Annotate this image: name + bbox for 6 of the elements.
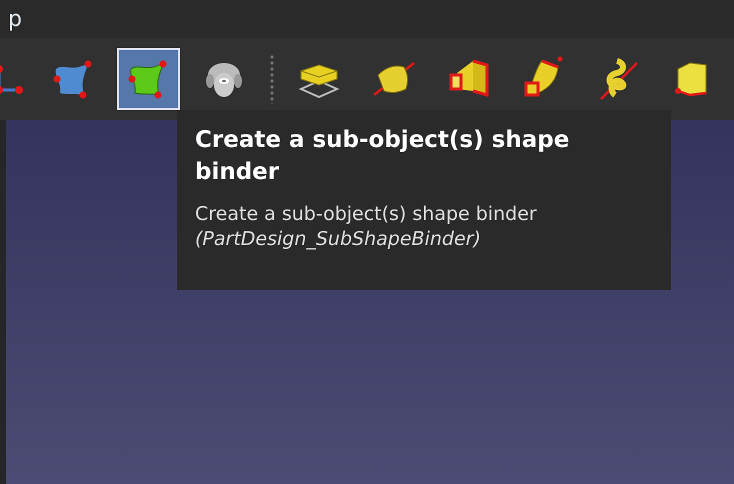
command-name: (PartDesign_SubShapeBinder) — [195, 227, 482, 252]
window-title: p — [8, 6, 22, 32]
tooltip-description: Create a sub-object(s) shape binder — [195, 202, 538, 227]
tooltip-title: Create a sub-object(s) shape binder — [195, 126, 570, 187]
toolbar-button[interactable] — [117, 48, 180, 110]
axes-icon — [0, 64, 24, 94]
